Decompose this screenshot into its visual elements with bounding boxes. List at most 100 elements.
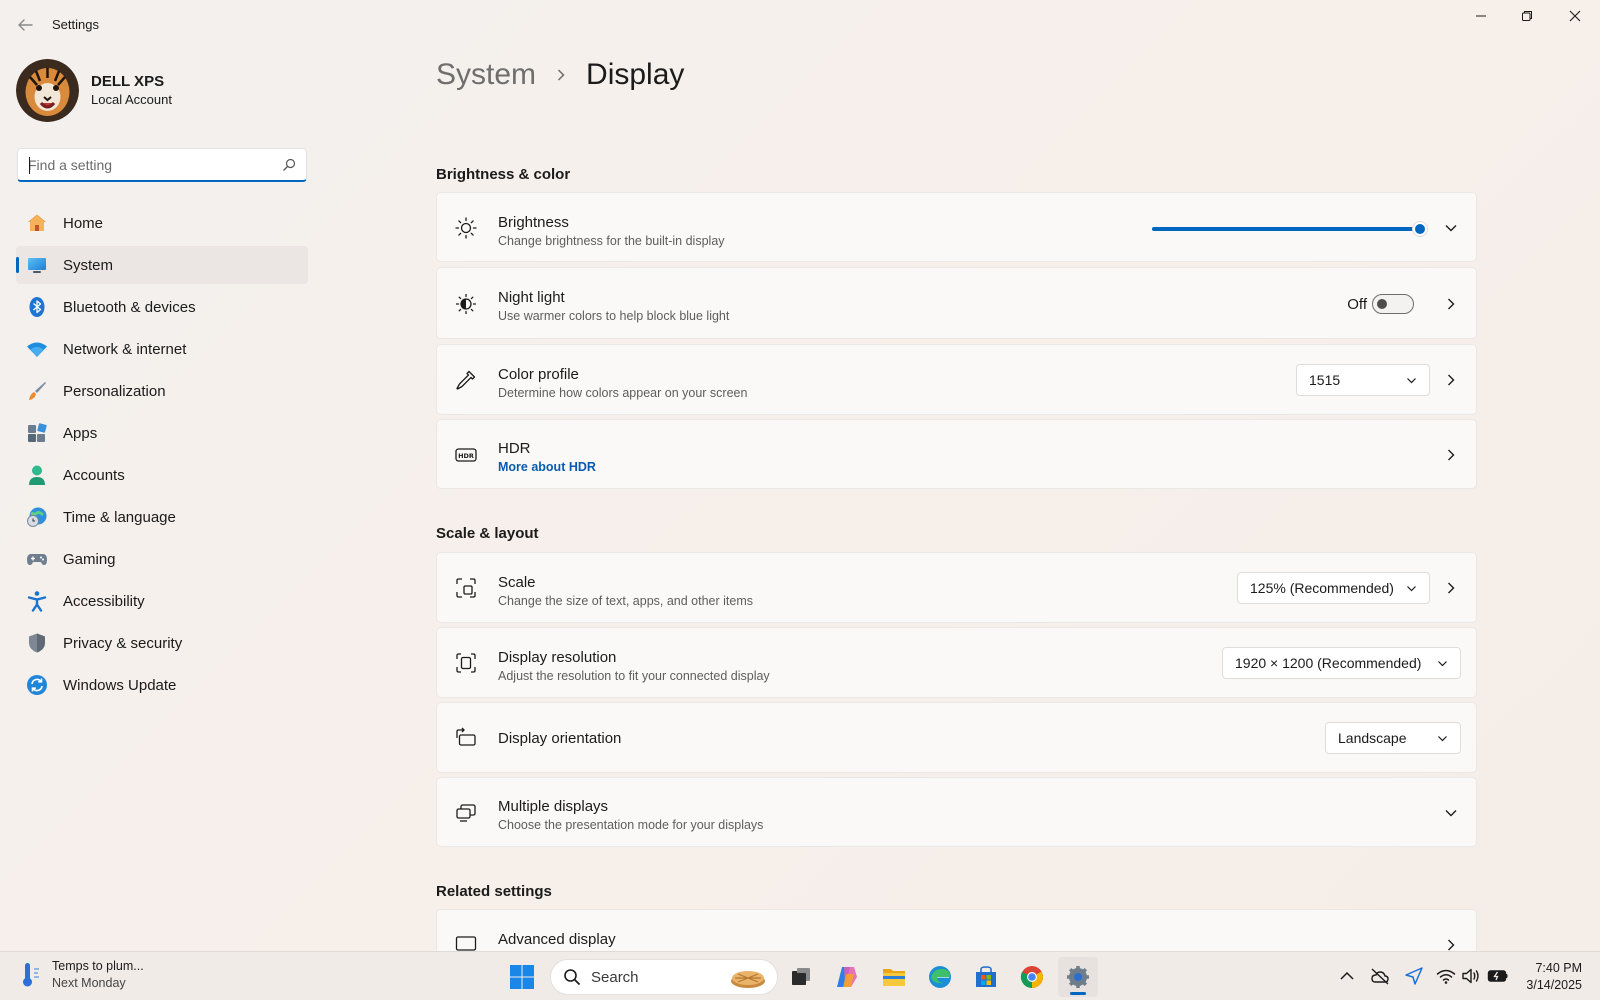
- taskbar: Temps to plum... Next Monday Search 7:40…: [0, 951, 1600, 1000]
- multiple-displays-subtitle: Choose the presentation mode for your di…: [498, 818, 764, 832]
- color-profile-subtitle: Determine how colors appear on your scre…: [498, 386, 748, 400]
- brightness-slider-thumb[interactable]: [1412, 221, 1428, 237]
- sidebar-item-privacy-security[interactable]: Privacy & security: [16, 624, 308, 662]
- search-input[interactable]: [28, 156, 282, 173]
- hdr-card[interactable]: HDR HDR More about HDR: [436, 419, 1477, 489]
- battery-charging-icon[interactable]: [1487, 966, 1508, 986]
- store-button[interactable]: [966, 957, 1006, 997]
- search-icon: [564, 969, 581, 986]
- night-light-title: Night light: [498, 289, 565, 306]
- sidebar-item-label: Accessibility: [63, 592, 145, 610]
- chevron-right-icon[interactable]: [1444, 581, 1458, 595]
- section-title-related-settings: Related settings: [436, 883, 552, 900]
- sidebar-item-gaming[interactable]: Gaming: [16, 540, 308, 578]
- bluetooth-icon: [26, 296, 48, 318]
- sidebar-item-windows-update[interactable]: Windows Update: [16, 666, 308, 704]
- advanced-display-title: Advanced display: [498, 931, 616, 948]
- color-profile-dropdown[interactable]: 1515: [1296, 364, 1430, 396]
- chevron-down-icon: [1437, 658, 1448, 669]
- weather-widget[interactable]: Temps to plum... Next Monday: [20, 958, 144, 992]
- chevron-right-icon[interactable]: [1444, 938, 1458, 952]
- sidebar-item-accessibility[interactable]: Accessibility: [16, 582, 308, 620]
- breadcrumb-parent-link[interactable]: System: [436, 58, 536, 92]
- restore-button[interactable]: [1504, 0, 1550, 32]
- chevron-right-icon[interactable]: [1444, 373, 1458, 387]
- volume-icon[interactable]: [1461, 966, 1481, 986]
- display-resolution-dropdown[interactable]: 1920 × 1200 (Recommended): [1222, 647, 1461, 679]
- shield-icon: [26, 632, 48, 654]
- orientation-icon: [454, 726, 478, 750]
- sidebar-item-label: Windows Update: [63, 676, 177, 694]
- restore-icon: [1522, 11, 1532, 21]
- sidebar-nav: Home System Bluetooth & devices Network …: [16, 204, 308, 708]
- svg-text:HDR: HDR: [458, 452, 474, 460]
- scale-card[interactable]: Scale Change the size of text, apps, and…: [436, 552, 1477, 623]
- color-profile-title: Color profile: [498, 366, 579, 383]
- text-caret: [29, 157, 30, 174]
- task-view-button[interactable]: [781, 957, 821, 997]
- chrome-icon: [1020, 966, 1043, 988]
- sidebar-item-system[interactable]: System: [16, 246, 308, 284]
- night-light-toggle[interactable]: [1372, 294, 1414, 314]
- folder-icon: [883, 969, 905, 986]
- profile-account-type: Local Account: [91, 92, 172, 107]
- chevron-down-icon[interactable]: [1444, 221, 1458, 235]
- scale-icon: [454, 576, 478, 600]
- windows-logo-icon: [510, 965, 534, 989]
- apps-icon: [26, 422, 48, 444]
- minimize-button[interactable]: [1458, 0, 1504, 32]
- sun-icon: [454, 216, 478, 240]
- avatar: [16, 58, 79, 122]
- scale-dropdown[interactable]: 125% (Recommended): [1237, 572, 1430, 604]
- pie-doodle-icon: [731, 971, 765, 988]
- night-light-card[interactable]: Night light Use warmer colors to help bl…: [436, 267, 1477, 339]
- start-button[interactable]: [502, 957, 542, 997]
- sidebar-item-label: Bluetooth & devices: [63, 298, 196, 316]
- more-about-hdr-link[interactable]: More about HDR: [498, 460, 596, 474]
- sidebar-item-apps[interactable]: Apps: [16, 414, 308, 452]
- breadcrumb: System Display: [436, 58, 684, 92]
- system-icon: [26, 254, 48, 276]
- sidebar-item-personalization[interactable]: Personalization: [16, 372, 308, 410]
- page-title: Display: [586, 58, 685, 91]
- gamepad-icon: [26, 548, 48, 570]
- user-profile[interactable]: DELL XPS Local Account: [16, 58, 172, 122]
- chevron-down-icon[interactable]: [1444, 806, 1458, 820]
- wifi-icon[interactable]: [1436, 966, 1456, 986]
- settings-search-box[interactable]: [17, 148, 307, 182]
- sidebar-item-home[interactable]: Home: [16, 204, 308, 242]
- chevron-right-icon[interactable]: [1444, 297, 1458, 311]
- sidebar-item-accounts[interactable]: Accounts: [16, 456, 308, 494]
- settings-taskbar-button[interactable]: [1058, 957, 1098, 997]
- sidebar-item-time-language[interactable]: Time & language: [16, 498, 308, 536]
- section-title-scale-layout: Scale & layout: [436, 525, 539, 542]
- chevron-right-icon[interactable]: [1444, 448, 1458, 462]
- search-icon[interactable]: [282, 158, 296, 172]
- brightness-slider[interactable]: [1152, 221, 1428, 237]
- multiple-displays-icon: [454, 801, 478, 825]
- color-profile-card[interactable]: Color profile Determine how colors appea…: [436, 344, 1477, 415]
- chrome-button[interactable]: [1012, 957, 1052, 997]
- sidebar-item-bluetooth[interactable]: Bluetooth & devices: [16, 288, 308, 326]
- display-orientation-title: Display orientation: [498, 730, 622, 747]
- sidebar-item-label: Personalization: [63, 382, 166, 400]
- scale-value: 125% (Recommended): [1250, 580, 1394, 596]
- taskbar-clock[interactable]: 7:40 PM 3/14/2025: [1526, 960, 1582, 994]
- brightness-slider-fill: [1152, 227, 1420, 231]
- cloud-off-icon[interactable]: [1370, 966, 1390, 986]
- edge-button[interactable]: [920, 957, 960, 997]
- multiple-displays-card[interactable]: Multiple displays Choose the presentatio…: [436, 777, 1477, 847]
- file-explorer-button[interactable]: [874, 957, 914, 997]
- copilot-button[interactable]: [827, 957, 867, 997]
- chevron-up-icon[interactable]: [1337, 966, 1357, 986]
- task-view-icon: [792, 968, 810, 985]
- close-button[interactable]: [1552, 0, 1598, 32]
- update-icon: [26, 674, 48, 696]
- sidebar-item-label: Privacy & security: [63, 634, 183, 652]
- location-icon[interactable]: [1404, 966, 1424, 986]
- sidebar-item-network[interactable]: Network & internet: [16, 330, 308, 368]
- display-orientation-dropdown[interactable]: Landscape: [1325, 722, 1461, 754]
- back-arrow-icon[interactable]: [14, 14, 36, 36]
- taskbar-search[interactable]: Search: [550, 959, 778, 995]
- night-light-state-label: Off: [1347, 296, 1367, 313]
